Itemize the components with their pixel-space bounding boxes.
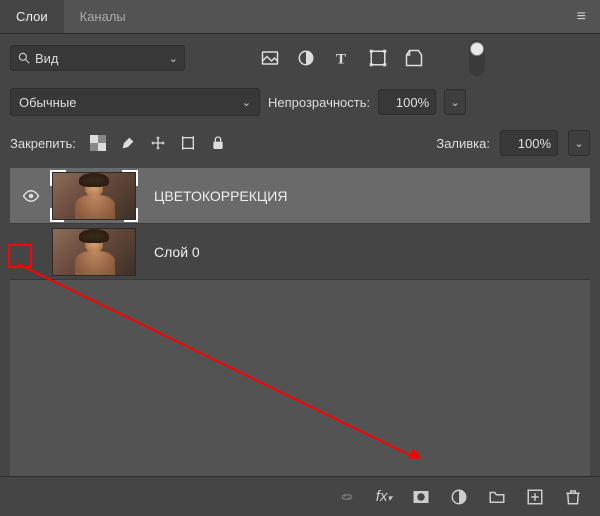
opacity-label: Непрозрачность: [268,95,370,110]
lock-artboard-icon[interactable] [180,135,196,151]
chevron-down-icon: ⌄ [169,52,178,65]
lock-icons-group [90,135,226,151]
layer-row[interactable]: ЦВЕТОКОРРЕКЦИЯ [10,168,590,224]
fill-value-field[interactable]: 100% [500,130,558,156]
new-layer-icon[interactable] [526,488,544,506]
tab-channels[interactable]: Каналы [64,0,142,33]
text-filter-icon[interactable]: T [333,49,351,67]
adjustment-layer-icon[interactable] [450,488,468,506]
lock-all-icon[interactable] [210,135,226,151]
bottom-toolbar: fx▾ [0,476,600,516]
lock-transparency-icon[interactable] [90,135,106,151]
adjustment-filter-icon[interactable] [297,49,315,67]
layer-row[interactable]: Слой 0 [10,224,590,280]
layer-name[interactable]: Слой 0 [154,244,200,260]
opacity-chevron[interactable]: ⌄ [444,89,466,115]
shape-filter-icon[interactable] [369,49,387,67]
fill-chevron[interactable]: ⌄ [568,130,590,156]
fx-icon[interactable]: fx▾ [376,488,392,505]
blend-mode-value: Обычные [19,95,76,110]
visibility-toggle[interactable] [20,187,42,205]
opacity-value-field[interactable]: 100% [378,89,436,115]
svg-text:T: T [336,51,346,67]
chevron-down-icon: ⌄ [242,96,251,109]
layer-thumbnail[interactable] [52,228,136,276]
layers-list: ЦВЕТОКОРРЕКЦИЯ Слой 0 [10,168,590,280]
filter-row: Вид ⌄ T [10,40,590,76]
search-icon [17,51,31,65]
fill-value: 100% [518,136,551,151]
panel-menu-icon[interactable]: ≡ [563,8,600,26]
layers-panel: Вид ⌄ T Обычные ⌄ Непрозрачность: 100% ⌄… [0,34,600,490]
lock-label: Закрепить: [10,136,76,151]
blend-mode-select[interactable]: Обычные ⌄ [10,88,260,116]
smartobject-filter-icon[interactable] [405,49,423,67]
layer-thumbnail[interactable] [52,172,136,220]
filter-value: Вид [35,51,169,66]
mask-icon[interactable] [412,488,430,506]
trash-icon[interactable] [564,488,582,506]
image-filter-icon[interactable] [261,49,279,67]
layer-filter-select[interactable]: Вид ⌄ [10,45,185,71]
lock-row: Закрепить: Заливка: 100% ⌄ [10,130,590,156]
tab-layers[interactable]: Слои [0,0,64,33]
filter-type-icons: T [261,49,423,67]
lock-paint-icon[interactable] [120,135,136,151]
opacity-value: 100% [396,95,429,110]
toggle-handle-icon [470,42,484,56]
group-icon[interactable] [488,488,506,506]
empty-area [10,280,590,480]
lock-move-icon[interactable] [150,135,166,151]
tabs-bar: Слои Каналы ≡ [0,0,600,34]
blend-row: Обычные ⌄ Непрозрачность: 100% ⌄ [10,88,590,116]
fill-label: Заливка: [436,136,490,151]
link-icon[interactable] [338,488,356,506]
filter-toggle[interactable] [469,40,485,76]
layer-name[interactable]: ЦВЕТОКОРРЕКЦИЯ [154,188,287,204]
eye-icon [22,187,40,205]
